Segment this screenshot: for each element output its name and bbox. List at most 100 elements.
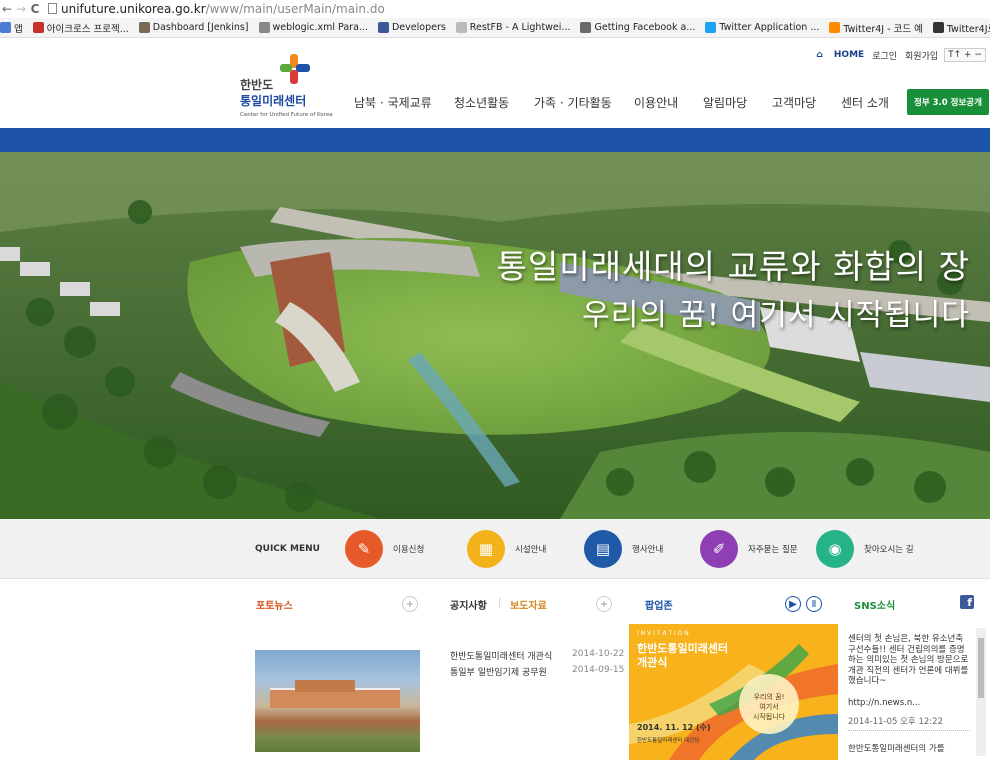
bookmark-icon (580, 22, 592, 33)
quick-menu-label: 자주묻는 질문 (748, 545, 798, 555)
bookmark-label: 앱 (14, 23, 23, 35)
page-icon (48, 3, 57, 14)
bookmark-item[interactable]: Twitter4J - 코드 예 (829, 21, 923, 35)
sns-feed: 센터의 첫 손님은, 북한 유소년축구선수들!! 센터 건립의의를 증명하는 의… (838, 624, 990, 760)
back-icon[interactable]: ← (0, 2, 14, 16)
url-domain: unifuture.unikorea.go.kr (61, 1, 206, 16)
nav-youth[interactable]: 청소년활동 (454, 94, 534, 111)
bookmark-item[interactable]: Developers (377, 22, 446, 33)
join-link[interactable]: 회원가입 (905, 49, 938, 62)
bookmark-label: Twitter Application ... (719, 22, 820, 33)
logo-line1: 한반도 (240, 78, 274, 92)
bookmark-label: 아이크로스 프로젝... (46, 23, 129, 35)
quick-menu-item[interactable]: ▦ 시설안내 (467, 529, 546, 569)
quick-menu-item[interactable]: ✎ 이용신청 (345, 529, 424, 569)
popup-pause-button[interactable]: Ⅱ (806, 596, 822, 612)
notice-tab-active[interactable]: 공지사항 (450, 597, 487, 612)
notice-item[interactable]: 한반도통일미래센터 개관식 2014-10-22 (450, 649, 624, 662)
forward-icon[interactable]: → (14, 2, 28, 16)
nav-notice[interactable]: 알림마당 (703, 94, 772, 111)
bookmark-icon (258, 22, 270, 33)
login-link[interactable]: 로그인 (872, 49, 897, 62)
bookmark-label: RestFB - A Lightwei... (469, 22, 571, 33)
bookmark-icon (455, 22, 467, 33)
invitation-heading2: 개관식 (637, 656, 668, 669)
bookmark-item[interactable]: 아이크로스 프로젝... (32, 21, 129, 35)
url-field[interactable]: unifuture.unikorea.go.kr/www/main/userMa… (48, 2, 385, 16)
sns-title: SNS소식 (854, 601, 896, 612)
quick-menu-title: QUICK MENU (255, 544, 320, 554)
invitation-inner: 우리의 꿈! 여기서 시작됩니다 (749, 692, 789, 722)
building-icon: ▦ (467, 530, 505, 568)
invitation-date: 2014. 11. 12 (수) (637, 723, 711, 732)
bookmark-item[interactable]: 앱 (0, 21, 23, 35)
nav-guide[interactable]: 이용안내 (634, 94, 703, 111)
notice-item-date: 2014-10-22 (572, 649, 625, 659)
sns-post-text: 센터의 첫 손님은, 북한 유소년축구선수들!! 센터 건립의의를 증명하는 의… (848, 634, 969, 686)
browser-address-bar: ← → C unifuture.unikorea.go.kr/www/main/… (0, 0, 990, 17)
popup-play-button[interactable]: ▶ (785, 596, 801, 612)
sns-next-post: 한반도통일미래센터의 가를 (848, 744, 945, 754)
popup-invitation-banner[interactable]: I N V I T A T I O N 한반도통일미래센터 개관식 우리의 꿈!… (629, 624, 838, 760)
home-link[interactable]: ⌂ HOME (816, 50, 864, 60)
notice-more-button[interactable]: + (596, 596, 612, 612)
pencil-icon: ✎ (345, 530, 383, 568)
quick-menu-item[interactable]: ✐ 자주묻는 질문 (700, 529, 798, 569)
hero-slogan-line1: 통일미래세대의 교류와 화합의 장 (496, 247, 970, 286)
main-navigation: 남북 · 국제교류 청소년활동 가족 · 기타활동 이용안내 알림마당 고객마당… (354, 94, 901, 111)
sns-scrollbar[interactable] (976, 628, 986, 756)
invitation-inner1: 우리의 꿈! (753, 693, 785, 701)
url-path: /www/main/userMain/main.do (205, 1, 385, 16)
bookmark-item[interactable]: Getting Facebook a... (580, 22, 695, 33)
popup-zone-title: 팝업존 (645, 601, 673, 612)
facebook-icon[interactable]: f (960, 595, 974, 609)
quick-menu-label: 시설안내 (515, 545, 547, 555)
photo-news-thumbnail[interactable] (255, 650, 420, 752)
nav-family[interactable]: 가족 · 기타활동 (534, 94, 634, 111)
sns-post-link[interactable]: http://n.news.n... (848, 698, 920, 708)
bookmark-icon (829, 22, 841, 33)
notice-panel: 공지사항 | 보도자료 + 한반도통일미래센터 개관식 2014-10-22 통일… (434, 579, 624, 760)
hero-banner: 통일미래세대의 교류와 화합의 장 우리의 꿈! 여기서 시작됩니다 (0, 152, 990, 519)
invitation-label: I N V I T A T I O N (637, 630, 689, 637)
quick-menu-item[interactable]: ▤ 행사안내 (584, 529, 663, 569)
map-pin-icon: ◉ (816, 530, 854, 568)
reload-icon[interactable]: C (28, 2, 42, 16)
nav-underline-band (0, 128, 990, 152)
sns-scroll-thumb[interactable] (978, 638, 984, 698)
photo-news-title: 포토뉴스 (256, 601, 293, 612)
edit-icon: ✐ (700, 530, 738, 568)
notice-item-title: 통일부 일반임기제 공무원 (450, 668, 547, 678)
photo-news-panel: 포토뉴스 + (240, 579, 428, 760)
bookmark-label: weblogic.xml Para... (272, 22, 368, 33)
nav-exchange[interactable]: 남북 · 국제교류 (354, 94, 454, 111)
invitation-place: 한반도통일미래센터 대강당 (637, 738, 700, 744)
quick-menu-label: 행사안내 (632, 545, 664, 555)
nav-customer[interactable]: 고객마당 (772, 94, 841, 111)
bookmark-item[interactable]: Twitter Application ... (705, 22, 819, 33)
logo-mark-icon (280, 54, 310, 84)
bookmark-label: Getting Facebook a... (594, 22, 696, 33)
bookmark-item[interactable]: weblogic.xml Para... (258, 22, 368, 33)
bookmark-item[interactable]: RestFB - A Lightwei... (455, 22, 571, 33)
bookmark-item[interactable]: Twitter4J로 트위터 ... (932, 21, 990, 35)
utility-links: ⌂ HOME 로그인 회원가입 T↑ + − (808, 44, 986, 66)
quick-menu-item[interactable]: ◉ 찾아오시는 길 (816, 529, 914, 569)
bookmark-item[interactable]: Dashboard [Jenkins] (138, 22, 249, 33)
tab-divider: | (498, 597, 502, 608)
nav-about[interactable]: 센터 소개 (841, 94, 901, 111)
notice-tab-press[interactable]: 보도자료 (510, 597, 547, 612)
bookmark-label: Developers (391, 22, 446, 33)
logo-line2: 통일미래센터 (240, 94, 307, 108)
bookmark-icon (0, 22, 11, 33)
site-logo[interactable]: 한반도 통일미래센터 Center for Unified Future of … (240, 52, 350, 122)
calendar-icon: ▤ (584, 530, 622, 568)
notice-item[interactable]: 통일부 일반임기제 공무원 2014-09-15 (450, 665, 624, 678)
bookmark-icon (138, 22, 150, 33)
bookmark-icon (377, 22, 389, 33)
font-size-control[interactable]: T↑ + − (944, 48, 986, 62)
bookmark-icon (32, 22, 44, 33)
photo-news-more-button[interactable]: + (402, 596, 418, 612)
sns-post-time: 2014-11-05 오후 12:22 (848, 717, 943, 727)
gov30-button[interactable]: 정부 3.0 정보공개 (907, 89, 989, 115)
